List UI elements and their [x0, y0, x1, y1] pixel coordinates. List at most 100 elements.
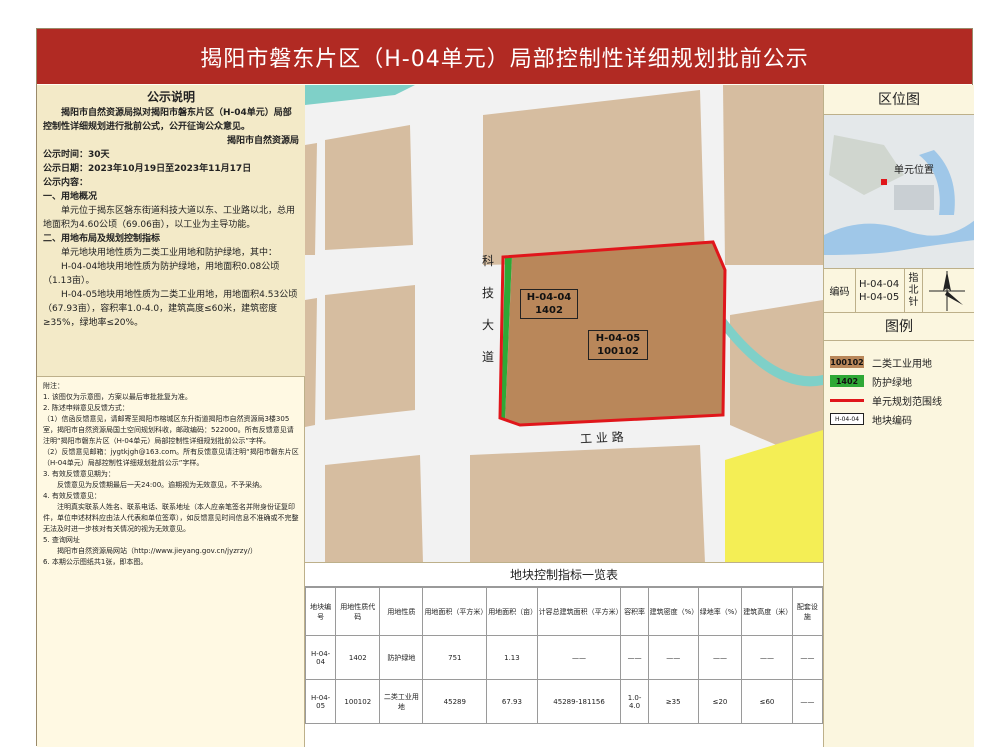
table-title: 地块控制指标一览表: [305, 563, 823, 587]
table-cell: 45289: [422, 679, 488, 724]
block-number: 1402: [535, 305, 563, 316]
code-item: H-04-05: [859, 291, 900, 303]
table-cell: ——: [697, 635, 743, 680]
note-line: 5. 查询网址: [43, 536, 80, 544]
table-cell: 二类工业用地: [379, 679, 424, 724]
parcel: [483, 90, 705, 265]
legend-label: 防护绿地: [872, 377, 912, 389]
table-header: 计容总建筑面积（平方米）: [536, 587, 623, 636]
block-label-h0404[interactable]: H-04-04 1402: [520, 289, 578, 319]
planning-map[interactable]: 科 技 大 道 工 业 路 H-04-04 1402 H-04-05 10010…: [305, 85, 823, 563]
parcel: [305, 298, 317, 427]
table-header: 地块编号: [304, 587, 337, 636]
block-label-h0405[interactable]: H-04-05 100102: [588, 330, 648, 360]
code-row: 编码 H-04-04 H-04-05 指 北 针: [824, 269, 974, 313]
notice-issuer: 揭阳市自然资源局: [226, 136, 299, 146]
legend-line-swatch: [830, 398, 864, 402]
notes-section: 附注： 1. 该图仅为示意图，方案以最后审批批复为准。 2. 陈述申辩意见反馈方…: [37, 377, 305, 572]
arrow-tail: [945, 291, 963, 305]
location-map-title: 区位图: [824, 85, 974, 115]
table-header: 绿地率（%）: [697, 587, 743, 636]
notice-intro: 揭阳市自然资源局拟对揭阳市磐东片区（H-04单元）局部控制性详细规划进行批前公式…: [43, 108, 292, 132]
road-label-gongye: 工 业 路: [579, 429, 625, 447]
table-row: H-04-04 1402 防护绿地 751 1.13 —— —— —— —— —…: [304, 635, 824, 680]
district: [894, 185, 934, 210]
map-svg: [305, 85, 823, 562]
table-cell: ——: [741, 635, 793, 680]
legend-item-industrial: 100102 二类工业用地: [830, 353, 968, 371]
legend-item-boundary: 单元规划范围线: [830, 391, 968, 409]
table-header: 配套设施: [791, 587, 824, 636]
table-cell: ——: [620, 635, 649, 680]
table-cell: 防护绿地: [379, 635, 424, 680]
legend-swatch: 1402: [830, 375, 864, 387]
location-map-svg: [824, 115, 974, 268]
unit-location-marker: [881, 179, 887, 185]
left-panel: 公示说明 揭阳市自然资源局拟对揭阳市磐东片区（H-04单元）局部控制性详细规划进…: [37, 85, 305, 747]
table-header: 建筑高度（米）: [741, 587, 793, 636]
parcel: [325, 125, 413, 250]
north-char: 针: [908, 296, 919, 308]
parcel: [305, 143, 317, 255]
table-cell: ——: [791, 635, 824, 680]
note-line: 注明真实联系人姓名、联系电话、联系地址（本人应亲笔签名并附身份证复印件，单位申述…: [43, 503, 299, 533]
section1-text: 单元位于揭东区磐东街道科技大道以东、工业路以北，总用地面积为4.60公顷（69.…: [43, 206, 296, 230]
note-line: 6. 本期公示图纸共1张，即本图。: [43, 558, 148, 566]
notice-period: 公示时间：30天: [43, 150, 110, 160]
legend-swatch: H-04-04: [830, 413, 864, 425]
notice-content-label: 公示内容：: [43, 178, 89, 188]
code-label: 编码: [824, 269, 856, 312]
road-char: 道: [482, 350, 495, 364]
section2-text3: H-04-05地块用地性质为二类工业用地，用地面积4.53公顷（67.93亩），…: [43, 290, 298, 328]
block-code: H-04-04: [526, 292, 572, 303]
north-char: 指: [908, 272, 919, 284]
table-cell: H-04-04: [304, 635, 337, 680]
unit-location-label: 单元位置: [894, 165, 934, 176]
road-char: 科: [482, 254, 495, 268]
parcel: [470, 445, 705, 562]
legend-item-green: 1402 防护绿地: [830, 372, 968, 390]
section1-title: 一、用地概况: [43, 192, 98, 202]
table-cell: ≤60: [741, 679, 793, 724]
table-cell: ≥35: [647, 679, 699, 724]
north-arrow-icon: [923, 269, 974, 312]
legend-item-code: H-04-04 地块编码: [830, 410, 968, 428]
table-header-row: 地块编号 用地性质代码 用地性质 用地面积（平方米） 用地面积（亩） 计容总建筑…: [304, 587, 824, 636]
table-header: 容积率: [620, 587, 649, 636]
table-header: 用地性质: [379, 587, 424, 636]
parcel: [723, 85, 823, 265]
section2-title: 二、用地布局及规划控制指标: [43, 234, 161, 244]
code-list: H-04-04 H-04-05: [856, 269, 905, 312]
table-cell: 1.0-4.0: [620, 679, 649, 724]
parcel: [325, 285, 415, 420]
road-label-keji: 科 技 大 道: [482, 245, 494, 373]
table-cell: 45289-181156: [536, 679, 622, 724]
right-panel: 区位图 单元位置 编码 H-04-04 H-04-05 指 北 针 图例 100…: [823, 85, 974, 747]
note-line: （1）信函反馈意见，请邮寄至揭阳市榕城区东升街道揭阳市自然资源局3楼305室，揭…: [43, 415, 294, 445]
notice-heading: 公示说明: [146, 90, 195, 104]
table-header: 用地性质代码: [335, 587, 381, 636]
note-line: 2. 陈述申辩意见反馈方式：: [43, 404, 129, 412]
note-line: 揭阳市自然资源局网站（http://www.jieyang.gov.cn/jyz…: [57, 547, 257, 555]
north-char: 北: [908, 284, 919, 296]
section2-text1: 单元地块用地性质为二类工业用地和防护绿地，其中：: [61, 248, 278, 258]
main-frame: 揭阳市磐东片区（H-04单元）局部控制性详细规划批前公示 公示说明 揭阳市自然资…: [36, 28, 974, 747]
note-line: 3. 有效反馈意见期为：: [43, 470, 115, 478]
table-cell: 1.13: [486, 635, 538, 680]
table-header: 用地面积（平方米）: [422, 587, 487, 636]
table-header: 建筑密度（%）: [647, 587, 699, 636]
section2-text2: H-04-04地块用地性质为防护绿地，用地面积0.08公顷（1.13亩）。: [43, 262, 280, 286]
road-char: 大: [482, 318, 495, 332]
code-item: H-04-04: [859, 278, 900, 290]
table-row: H-04-05 100102 二类工业用地 45289 67.93 45289-…: [304, 679, 824, 724]
legend-label: 单元规划范围线: [872, 396, 942, 408]
control-index-table: 地块控制指标一览表 地块编号 用地性质代码 用地性质 用地面积（平方米） 用地面…: [304, 563, 824, 747]
legend: 100102 二类工业用地 1402 防护绿地 单元规划范围线 H-04-04 …: [824, 341, 974, 441]
table-cell: ——: [791, 679, 824, 724]
location-map[interactable]: 单元位置: [824, 115, 974, 269]
legend-label: 地块编码: [872, 415, 912, 427]
index-table: 地块编号 用地性质代码 用地性质 用地面积（平方米） 用地面积（亩） 计容总建筑…: [304, 587, 824, 724]
table-cell: 1402: [335, 635, 381, 680]
road-char: 技: [482, 286, 495, 300]
note-line: 4. 有效反馈意见：: [43, 492, 101, 500]
